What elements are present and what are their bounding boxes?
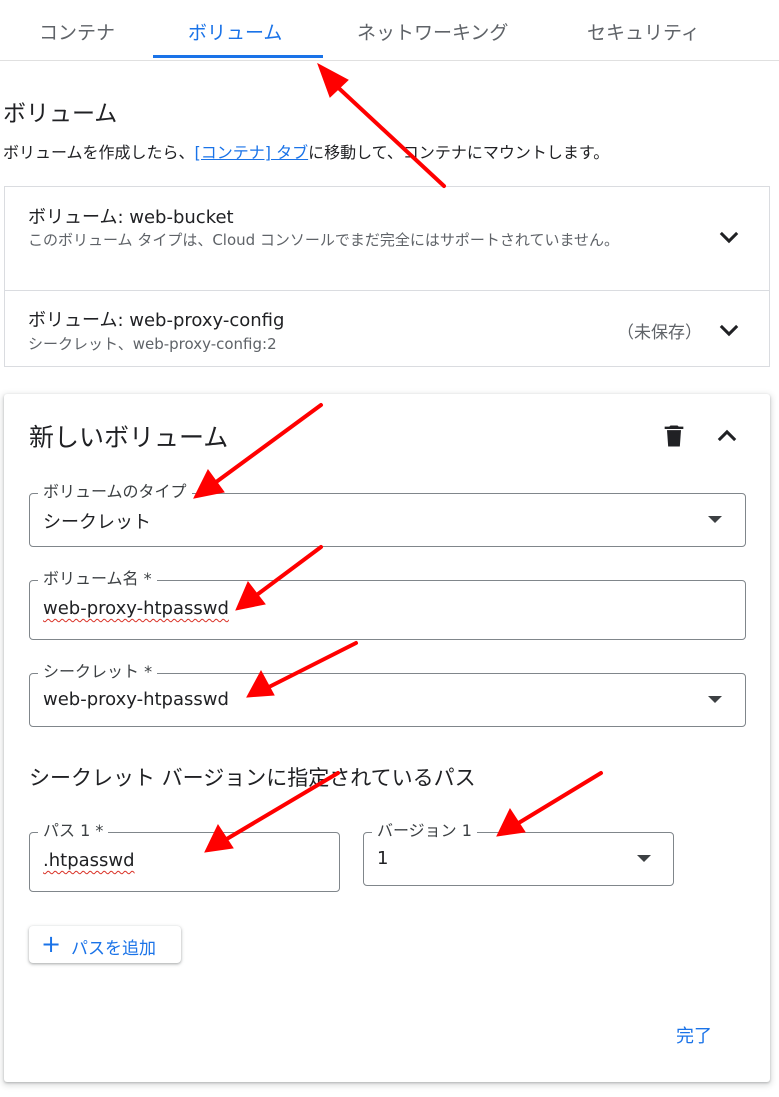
volume-subtitle: このボリューム タイプは、Cloud コンソールでまだ完全にはサポートされていま… bbox=[28, 231, 620, 249]
desc-text-after: に移動して、コンテナにマウントします。 bbox=[308, 143, 610, 162]
tab-networking[interactable]: ネットワーキング bbox=[357, 18, 508, 45]
volume-name-label: ボリューム名 * bbox=[38, 569, 157, 589]
annotation-arrow-icon bbox=[328, 78, 446, 188]
dropdown-arrow-icon bbox=[708, 696, 722, 703]
add-path-button[interactable]: + パスを追加 bbox=[29, 926, 181, 963]
volume-name-input[interactable]: ボリューム名 * web-proxy-htpasswd bbox=[29, 569, 746, 640]
trash-icon[interactable] bbox=[660, 422, 688, 450]
volume-item-web-proxy-config[interactable]: ボリューム: web-proxy-config シークレット、web-proxy… bbox=[5, 290, 769, 368]
volume-list: ボリューム: web-bucket このボリューム タイプは、Cloud コンソ… bbox=[4, 186, 770, 367]
active-tab-indicator bbox=[153, 55, 323, 58]
tab-security[interactable]: セキュリティ bbox=[587, 18, 700, 45]
volume-subtitle: シークレット、web-proxy-config:2 bbox=[28, 335, 277, 353]
section-title: ボリューム bbox=[3, 101, 118, 127]
chevron-down-icon[interactable] bbox=[715, 223, 743, 251]
version-value: 1 bbox=[377, 848, 389, 869]
path-input[interactable]: パス 1 * .htpasswd bbox=[29, 821, 340, 892]
done-button[interactable]: 完了 bbox=[676, 1022, 712, 1048]
new-volume-title: 新しいボリューム bbox=[29, 423, 229, 452]
secret-label: シークレット * bbox=[38, 662, 158, 682]
version-label: バージョン 1 bbox=[372, 821, 477, 841]
version-select[interactable]: バージョン 1 1 bbox=[363, 821, 674, 886]
unsaved-status: （未保存） bbox=[617, 323, 702, 343]
secret-value: web-proxy-htpasswd bbox=[43, 689, 229, 710]
annotation-arrowhead-icon bbox=[317, 62, 349, 98]
containers-tab-link[interactable]: [コンテナ] タブ bbox=[195, 143, 309, 162]
tab-containers[interactable]: コンテナ bbox=[39, 18, 115, 45]
secret-paths-heading: シークレット バージョンに指定されているパス bbox=[29, 766, 476, 790]
path-value: .htpasswd bbox=[43, 850, 135, 871]
volume-name-value: web-proxy-htpasswd bbox=[43, 598, 229, 619]
volume-type-label: ボリュームのタイプ bbox=[38, 482, 192, 502]
add-path-label: パスを追加 bbox=[71, 939, 156, 959]
volume-type-value: シークレット bbox=[43, 512, 151, 533]
volume-title: ボリューム: web-proxy-config bbox=[28, 310, 285, 331]
volume-type-select[interactable]: ボリュームのタイプ シークレット bbox=[29, 482, 746, 547]
path-label: パス 1 * bbox=[38, 821, 109, 841]
section-description: ボリュームを作成したら、[コンテナ] タブに移動して、コンテナにマウントします。 bbox=[3, 139, 609, 163]
volume-item-web-bucket[interactable]: ボリューム: web-bucket このボリューム タイプは、Cloud コンソ… bbox=[5, 187, 769, 291]
new-volume-card: 新しいボリューム ボリュームのタイプ シークレット ボリューム名 * web-p… bbox=[4, 394, 770, 1082]
dropdown-arrow-icon bbox=[637, 855, 651, 862]
tab-volumes[interactable]: ボリューム bbox=[188, 18, 282, 45]
tab-bar: コンテナ ボリューム ネットワーキング セキュリティ bbox=[0, 0, 779, 61]
dropdown-arrow-icon bbox=[708, 516, 722, 523]
desc-text-before: ボリュームを作成したら、 bbox=[3, 143, 195, 162]
plus-icon: + bbox=[41, 930, 62, 958]
chevron-up-icon[interactable] bbox=[713, 422, 741, 450]
volume-title: ボリューム: web-bucket bbox=[28, 207, 234, 228]
chevron-down-icon[interactable] bbox=[715, 316, 743, 344]
secret-select[interactable]: シークレット * web-proxy-htpasswd bbox=[29, 662, 746, 727]
